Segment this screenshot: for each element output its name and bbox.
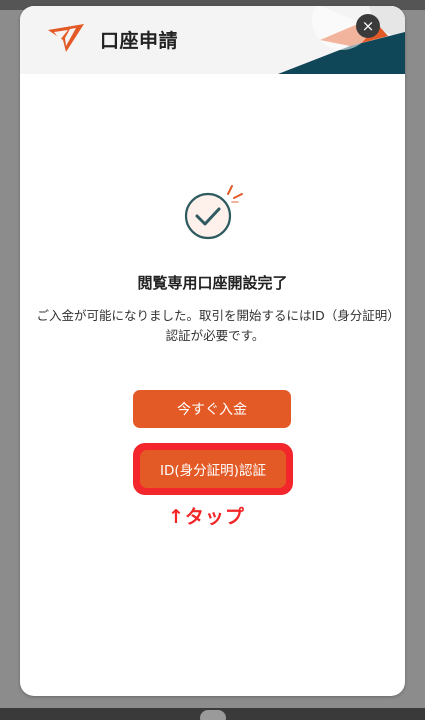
deposit-now-button[interactable]: 今すぐ入金 — [133, 390, 291, 428]
home-indicator — [200, 710, 226, 720]
tap-annotation: ↑タップ — [168, 506, 245, 528]
close-button[interactable]: × — [356, 14, 380, 38]
status-title: 閲覧専用口座開設完了 — [137, 274, 288, 292]
close-icon: × — [361, 16, 375, 35]
account-application-modal: 口座申請 × 閲覧専用口座開設完了 ご入金が可能になりました。取引を開始するには… — [20, 6, 405, 696]
page-title: 口座申請 — [100, 30, 179, 52]
modal-header: 口座申請 × — [20, 6, 405, 74]
app-screen: 口座申請 × 閲覧専用口座開設完了 ご入金が可能になりました。取引を開始するには… — [0, 0, 425, 720]
check-circle-icon — [184, 185, 243, 240]
deposit-now-label: 今すぐ入金 — [177, 402, 247, 418]
bottom-bar-strip — [0, 708, 425, 720]
id-verification-label: ID(身分証明)認証 — [160, 463, 266, 479]
status-message: ご入金が可能になりました。取引を開始するにはID（身分証明）認証が必要です。 — [36, 308, 394, 343]
id-verification-button[interactable]: ID(身分証明)認証 — [140, 450, 286, 488]
brand-logo-icon — [48, 24, 84, 52]
